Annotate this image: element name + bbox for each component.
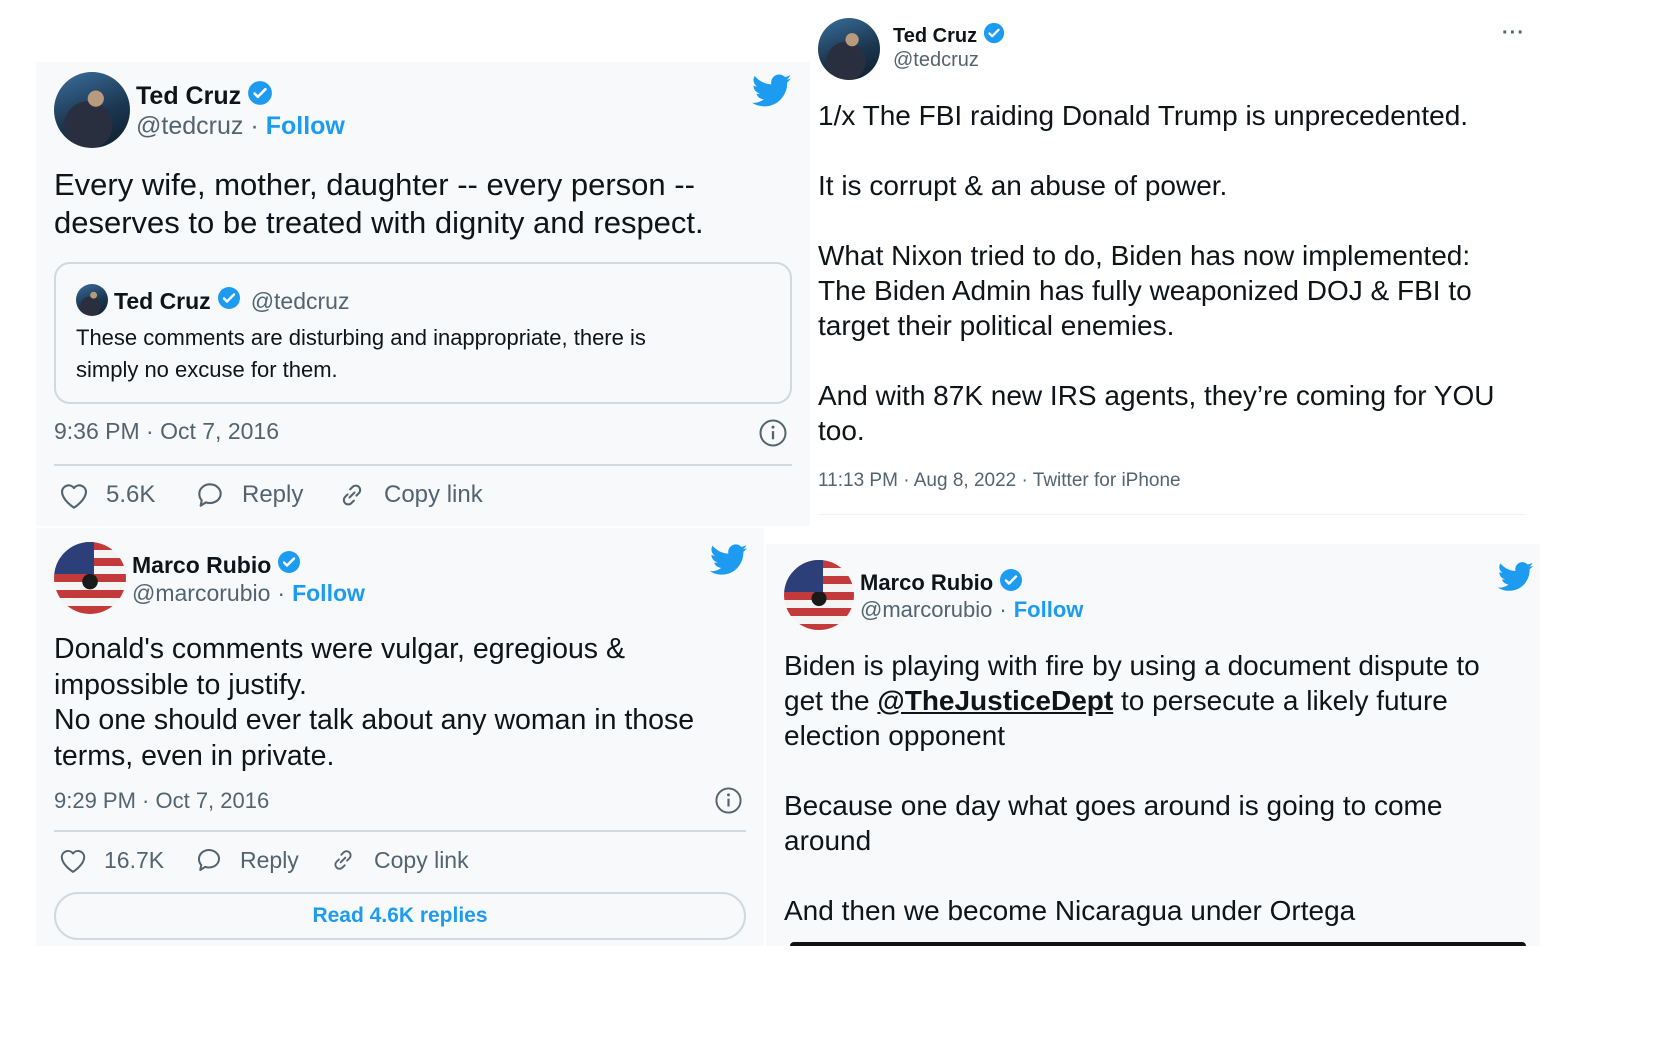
avatar[interactable] <box>818 18 880 80</box>
follow-button[interactable]: Follow <box>1014 597 1084 623</box>
tweet-text: Donald's comments were vulgar, egregious… <box>54 633 695 772</box>
author-line: Ted Cruz <box>136 80 273 113</box>
tweet-text: Every wife, mother, daughter -- every pe… <box>54 167 704 240</box>
avatar[interactable] <box>54 542 126 614</box>
tweet-card-cruz-2022: Ted Cruz @tedcruz ··· 1/x The FBI raidin… <box>810 0 1540 540</box>
timestamp[interactable]: 9:29 PM · Oct 7, 2016 <box>54 788 269 814</box>
divider <box>818 514 1526 515</box>
author-handle[interactable]: @tedcruz <box>136 112 243 141</box>
tweet-card-rubio-2016: Marco Rubio @marcorubio · Follow Donald'… <box>36 528 764 946</box>
reply-label: Reply <box>240 846 299 873</box>
handle-line: @tedcruz · Follow <box>136 112 345 141</box>
tweet-card-rubio-2022: Marco Rubio @marcorubio · Follow Biden i… <box>766 544 1540 946</box>
twitter-bird-icon <box>752 74 792 107</box>
info-icon[interactable] <box>758 418 788 448</box>
reply-bubble-icon <box>198 849 220 871</box>
avatar <box>76 284 108 316</box>
copy-link-button[interactable]: Copy link <box>336 480 483 510</box>
timestamp[interactable]: 9:36 PM · Oct 7, 2016 <box>54 418 279 445</box>
copy-link-label: Copy link <box>374 846 469 873</box>
more-options-icon[interactable]: ··· <box>1502 22 1525 45</box>
author-handle[interactable]: @marcorubio <box>132 580 270 607</box>
twitter-bird-icon <box>710 544 748 575</box>
author-name[interactable]: Marco Rubio <box>860 570 993 596</box>
heart-icon <box>60 849 86 873</box>
avatar[interactable] <box>54 72 130 148</box>
author-name[interactable]: Ted Cruz <box>893 25 977 48</box>
reply-bubble-icon <box>198 483 222 507</box>
verified-badge-icon <box>277 550 301 580</box>
twitter-bird-icon <box>1498 562 1534 591</box>
verified-badge-icon <box>217 286 241 316</box>
author-handle[interactable]: @tedcruz <box>893 49 979 72</box>
tweet-text-part-2: to persecute a likely future election op… <box>784 685 1448 926</box>
read-replies-button[interactable]: Read 4.6K replies <box>54 892 746 940</box>
author-line: Ted Cruz <box>893 22 1005 50</box>
tweet-text: Biden is playing with fire by using a do… <box>784 648 1524 928</box>
author-line: Marco Rubio <box>132 550 301 580</box>
quoted-author-line: Ted Cruz @tedcruz <box>114 286 349 316</box>
info-icon[interactable] <box>714 786 743 815</box>
tweet-text: 1/x The FBI raiding Donald Trump is unpr… <box>818 100 1495 446</box>
reply-button[interactable]: Reply <box>194 846 299 874</box>
reply-button[interactable]: Reply <box>194 480 303 510</box>
avatar[interactable] <box>784 560 854 630</box>
verified-badge-icon <box>999 568 1023 598</box>
follow-button[interactable]: Follow <box>292 580 365 607</box>
like-count: 16.7K <box>104 846 165 873</box>
divider <box>54 464 792 466</box>
copy-link-button[interactable]: Copy link <box>328 846 469 874</box>
follow-button[interactable]: Follow <box>266 112 345 141</box>
author-name[interactable]: Marco Rubio <box>132 552 271 579</box>
quoted-author-handle: @tedcruz <box>250 287 350 314</box>
like-count: 5.6K <box>106 481 156 508</box>
verified-badge-icon <box>247 80 273 113</box>
verified-badge-icon <box>983 22 1005 50</box>
separator: · <box>277 580 286 606</box>
reply-label: Reply <box>242 481 304 508</box>
separator: · <box>999 597 1007 622</box>
separator: · <box>250 112 259 140</box>
author-handle[interactable]: @marcorubio <box>860 597 992 623</box>
heart-icon <box>60 484 88 509</box>
author-line: Marco Rubio <box>860 568 1023 598</box>
handle-line: @tedcruz <box>893 49 979 72</box>
media-preview-edge <box>790 942 1526 946</box>
author-name[interactable]: Ted Cruz <box>136 82 241 111</box>
divider <box>54 830 746 832</box>
quoted-tweet[interactable]: Ted Cruz @tedcruz These comments are dis… <box>54 262 792 404</box>
link-icon <box>334 850 352 870</box>
mention-link[interactable]: @TheJusticeDept <box>877 685 1113 716</box>
tweet-meta[interactable]: 11:13 PM · Aug 8, 2022 · Twitter for iPh… <box>818 470 1181 492</box>
link-icon <box>342 484 362 506</box>
handle-line: @marcorubio · Follow <box>132 580 365 607</box>
like-button[interactable]: 16.7K <box>58 846 164 874</box>
quoted-author-name: Ted Cruz <box>114 287 211 314</box>
tweet-card-cruz-2016: Ted Cruz @tedcruz · Follow Every wife, m… <box>36 62 810 526</box>
quoted-tweet-text: These comments are disturbing and inappr… <box>76 325 646 382</box>
copy-link-label: Copy link <box>384 481 483 508</box>
like-button[interactable]: 5.6K <box>58 480 155 510</box>
handle-line: @marcorubio · Follow <box>860 597 1083 623</box>
